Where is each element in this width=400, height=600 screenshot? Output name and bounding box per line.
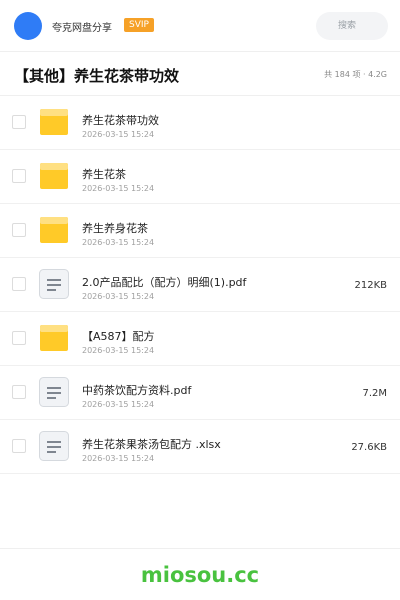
file-date: 2026-03-15 15:24 (82, 130, 155, 139)
folder-icon (40, 163, 68, 189)
folder-icon (40, 217, 68, 243)
page-title: 【其他】养生花茶带功效 (14, 67, 180, 85)
file-name[interactable]: 养生花茶 (82, 166, 126, 182)
search-input[interactable]: 搜索 (316, 12, 388, 40)
title-row: 【其他】养生花茶带功效 共 184 项 · 4.2G (0, 52, 400, 96)
list-item[interactable]: 养生养身花茶 2026-03-15 15:24 (0, 204, 400, 258)
list-item[interactable]: 养生花茶 2026-03-15 15:24 (0, 150, 400, 204)
avatar[interactable] (14, 12, 42, 40)
folder-summary: 共 184 项 · 4.2G (324, 70, 387, 79)
file-size: 7.2M (362, 388, 387, 399)
file-name[interactable]: 中药茶饮配方资料.pdf (82, 382, 191, 398)
file-date: 2026-03-15 15:24 (82, 400, 155, 409)
file-name[interactable]: 养生花茶带功效 (82, 112, 159, 128)
file-date: 2026-03-15 15:24 (82, 346, 155, 355)
file-size: 212KB (354, 280, 387, 291)
file-name[interactable]: 养生养身花茶 (82, 220, 148, 236)
svip-badge: SVIP (124, 18, 154, 32)
list-item[interactable]: 2.0产品配比（配方）明细(1).pdf 2026-03-15 15:24 21… (0, 258, 400, 312)
top-bar: 夸克网盘分享 SVIP 搜索 (0, 0, 400, 52)
folder-icon (40, 325, 68, 351)
checkbox[interactable] (12, 169, 26, 183)
brand-watermark: miosou.cc (140, 563, 260, 587)
file-name[interactable]: 【A587】配方 (82, 328, 155, 344)
file-date: 2026-03-15 15:24 (82, 238, 155, 247)
file-list: 养生花茶带功效 2026-03-15 15:24 养生花茶 2026-03-15… (0, 96, 400, 474)
file-date: 2026-03-15 15:24 (82, 454, 155, 463)
list-item[interactable]: 中药茶饮配方资料.pdf 2026-03-15 15:24 7.2M (0, 366, 400, 420)
share-name: 夸克网盘分享 (52, 23, 112, 34)
list-item[interactable]: 养生花茶果茶汤包配方 .xlsx 2026-03-15 15:24 27.6KB (0, 420, 400, 474)
list-item[interactable]: 【A587】配方 2026-03-15 15:24 (0, 312, 400, 366)
file-date: 2026-03-15 15:24 (82, 184, 155, 193)
checkbox[interactable] (12, 385, 26, 399)
checkbox[interactable] (12, 277, 26, 291)
folder-icon (40, 109, 68, 135)
document-icon (39, 269, 69, 299)
checkbox[interactable] (12, 331, 26, 345)
checkbox[interactable] (12, 223, 26, 237)
file-date: 2026-03-15 15:24 (82, 292, 155, 301)
file-name[interactable]: 养生花茶果茶汤包配方 .xlsx (82, 436, 221, 452)
file-name[interactable]: 2.0产品配比（配方）明细(1).pdf (82, 274, 246, 290)
list-item[interactable]: 养生花茶带功效 2026-03-15 15:24 (0, 96, 400, 150)
checkbox[interactable] (12, 439, 26, 453)
checkbox[interactable] (12, 115, 26, 129)
file-size: 27.6KB (351, 442, 387, 453)
document-icon (39, 431, 69, 461)
document-icon (39, 377, 69, 407)
footer: miosou.cc (0, 548, 400, 600)
